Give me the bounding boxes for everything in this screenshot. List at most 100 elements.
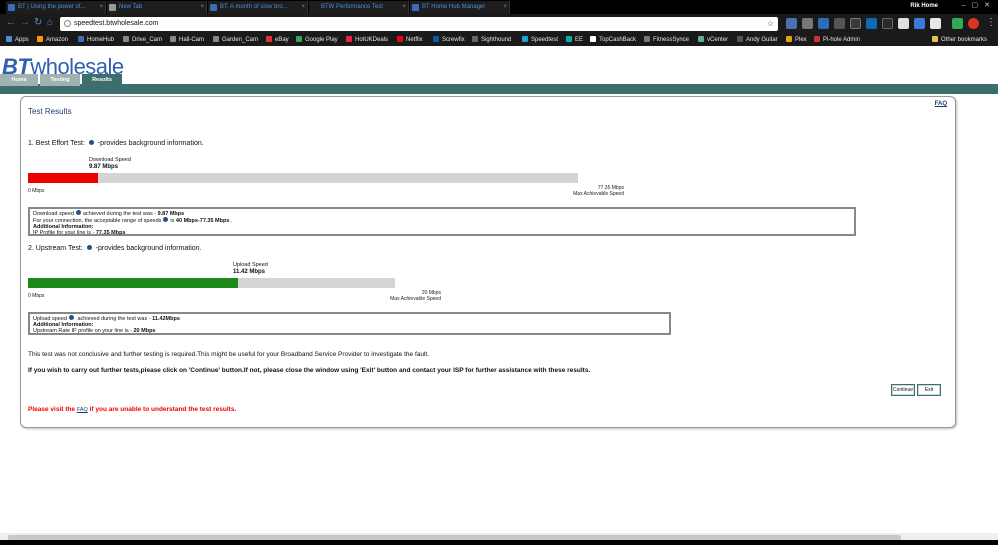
bookmark-item[interactable]: Pi-hole Admin: [814, 34, 860, 46]
browser-tab[interactable]: BT: A month of slow bro... ×: [208, 1, 308, 14]
bookmark-icon: [213, 36, 219, 42]
bookmark-icon: [346, 36, 352, 42]
upload-speed-bar: [28, 278, 395, 288]
extension-icon[interactable]: [850, 18, 861, 29]
results-panel: FAQ Test Results 1. Best Effort Test: -p…: [20, 96, 956, 428]
info-icon[interactable]: [86, 245, 92, 250]
menu-icon[interactable]: ⋮: [986, 17, 996, 29]
info-icon[interactable]: [68, 315, 74, 320]
url-text: speedtest.btwholesale.com: [74, 20, 159, 27]
upload-axis-max: 20 Mbps Max Achievable Speed: [390, 290, 441, 302]
nav-tab-testing[interactable]: Testing: [40, 74, 80, 86]
tab-favicon-icon: [311, 4, 318, 11]
nav-tab-home[interactable]: Home: [0, 74, 38, 86]
faq-visit-note: Please visit the FAQ if you are unable t…: [28, 406, 237, 413]
close-icon[interactable]: ×: [99, 1, 103, 14]
site-header: BTwholesale Home Testing Results: [0, 46, 998, 96]
info-icon[interactable]: [75, 210, 81, 215]
bookmark-item[interactable]: HomeHub: [78, 34, 114, 46]
bookmark-item[interactable]: FitnessSynce: [644, 34, 689, 46]
bookmark-icon: [296, 36, 302, 42]
best-effort-heading: 1. Best Effort Test: -provides backgroun…: [28, 140, 204, 147]
bookmark-icon: [698, 36, 704, 42]
reload-icon[interactable]: ↻: [34, 17, 42, 29]
bookmark-icon: [522, 36, 528, 42]
bookmark-item[interactable]: TopCashBack: [590, 34, 636, 46]
exit-button[interactable]: Exit: [917, 384, 941, 396]
bookmark-item[interactable]: Screwfix: [433, 34, 465, 46]
browser-tab[interactable]: BTW Performance Test ×: [309, 1, 409, 14]
close-icon[interactable]: ×: [200, 1, 204, 14]
bookmark-icon: [566, 36, 572, 42]
bookmark-item[interactable]: Sighthound: [472, 34, 511, 46]
bookmark-item[interactable]: Netflix: [397, 34, 423, 46]
bookmark-item[interactable]: eBay: [266, 34, 289, 46]
extension-icon[interactable]: [914, 18, 925, 29]
folder-icon: [932, 36, 938, 42]
continue-button[interactable]: Continue: [891, 384, 915, 396]
profile-name[interactable]: Rik Home: [910, 0, 938, 12]
bookmark-item[interactable]: Amazon: [37, 34, 68, 46]
tab-favicon-icon: [8, 4, 15, 11]
opera-icon[interactable]: [968, 18, 979, 29]
extension-icon[interactable]: [882, 18, 893, 29]
continue-instructions: If you wish to carry out further tests,p…: [28, 367, 591, 374]
bookmark-item[interactable]: EE: [566, 34, 583, 46]
bookmark-item[interactable]: Andy Guitar: [737, 34, 778, 46]
bookmark-item[interactable]: Garden_Cam: [213, 34, 258, 46]
download-speed-caption: Download Speed 9.87 Mbps: [89, 157, 131, 170]
bookmark-icon: [737, 36, 743, 42]
extension-icon[interactable]: [898, 18, 909, 29]
bookmark-icon: [6, 36, 12, 42]
extension-icon[interactable]: [786, 18, 797, 29]
bookmark-icon: [123, 36, 129, 42]
bookmark-icon: [814, 36, 820, 42]
browser-tab[interactable]: New Tab ×: [107, 1, 207, 14]
nav-tab-results[interactable]: Results: [82, 74, 122, 86]
extension-icon[interactable]: [834, 18, 845, 29]
star-icon[interactable]: ☆: [767, 17, 774, 31]
extension-icon[interactable]: [866, 18, 877, 29]
extension-icon[interactable]: [818, 18, 829, 29]
browser-tab[interactable]: BT Home Hub Manager ×: [410, 1, 510, 14]
bookmark-item[interactable]: HotUKDeals: [346, 34, 388, 46]
extension-icon[interactable]: [930, 18, 941, 29]
bookmark-item[interactable]: Drive_Cam: [123, 34, 162, 46]
bookmark-item[interactable]: Plex: [786, 34, 807, 46]
bookmarks-bar: Apps Amazon HomeHub Drive_Cam Hall-Cam G…: [0, 34, 998, 46]
back-icon[interactable]: ←: [6, 17, 16, 29]
window-controls[interactable]: –▢✕: [962, 1, 996, 9]
bookmark-item[interactable]: Google Play: [296, 34, 338, 46]
bookmark-item[interactable]: Apps: [6, 34, 29, 46]
close-icon[interactable]: ×: [402, 1, 406, 14]
other-bookmarks[interactable]: Other bookmarks: [932, 34, 987, 46]
bookmark-item[interactable]: vCenter: [698, 34, 728, 46]
upstream-heading: 2. Upstream Test: -provides background i…: [28, 245, 202, 252]
browser-tab[interactable]: BT | Using the power of... ×: [6, 1, 106, 14]
close-icon[interactable]: ×: [301, 1, 305, 14]
forward-icon[interactable]: →: [20, 17, 30, 29]
info-icon[interactable]: [163, 217, 169, 222]
upload-axis-min: 0 Mbps: [28, 293, 45, 299]
tab-favicon-icon: [109, 4, 116, 11]
extension-icon[interactable]: [952, 18, 963, 29]
url-input[interactable]: speedtest.btwholesale.com ☆: [60, 17, 778, 31]
bookmark-item[interactable]: Speedtest: [522, 34, 558, 46]
bookmark-icon: [266, 36, 272, 42]
bookmark-item[interactable]: Hall-Cam: [170, 34, 204, 46]
close-icon[interactable]: ×: [503, 1, 507, 14]
info-icon[interactable]: [64, 20, 71, 27]
download-axis-max: 77.35 Mbps Max Achievable Speed: [573, 185, 624, 197]
faq-link[interactable]: FAQ: [935, 101, 947, 107]
bookmark-icon: [644, 36, 650, 42]
extension-icon[interactable]: [802, 18, 813, 29]
download-speed-fill: [28, 173, 99, 183]
bookmark-icon: [472, 36, 478, 42]
tab-favicon-icon: [412, 4, 419, 11]
upload-info-box: Upload speed achieved during the test wa…: [28, 312, 671, 335]
info-icon[interactable]: [88, 140, 94, 145]
address-bar: ← → ↻ ⌂ speedtest.btwholesale.com ☆ ⋮: [0, 14, 998, 34]
home-icon[interactable]: ⌂: [47, 17, 53, 29]
page-title: Test Results: [28, 107, 72, 116]
faq-inline-link[interactable]: FAQ: [77, 407, 88, 413]
